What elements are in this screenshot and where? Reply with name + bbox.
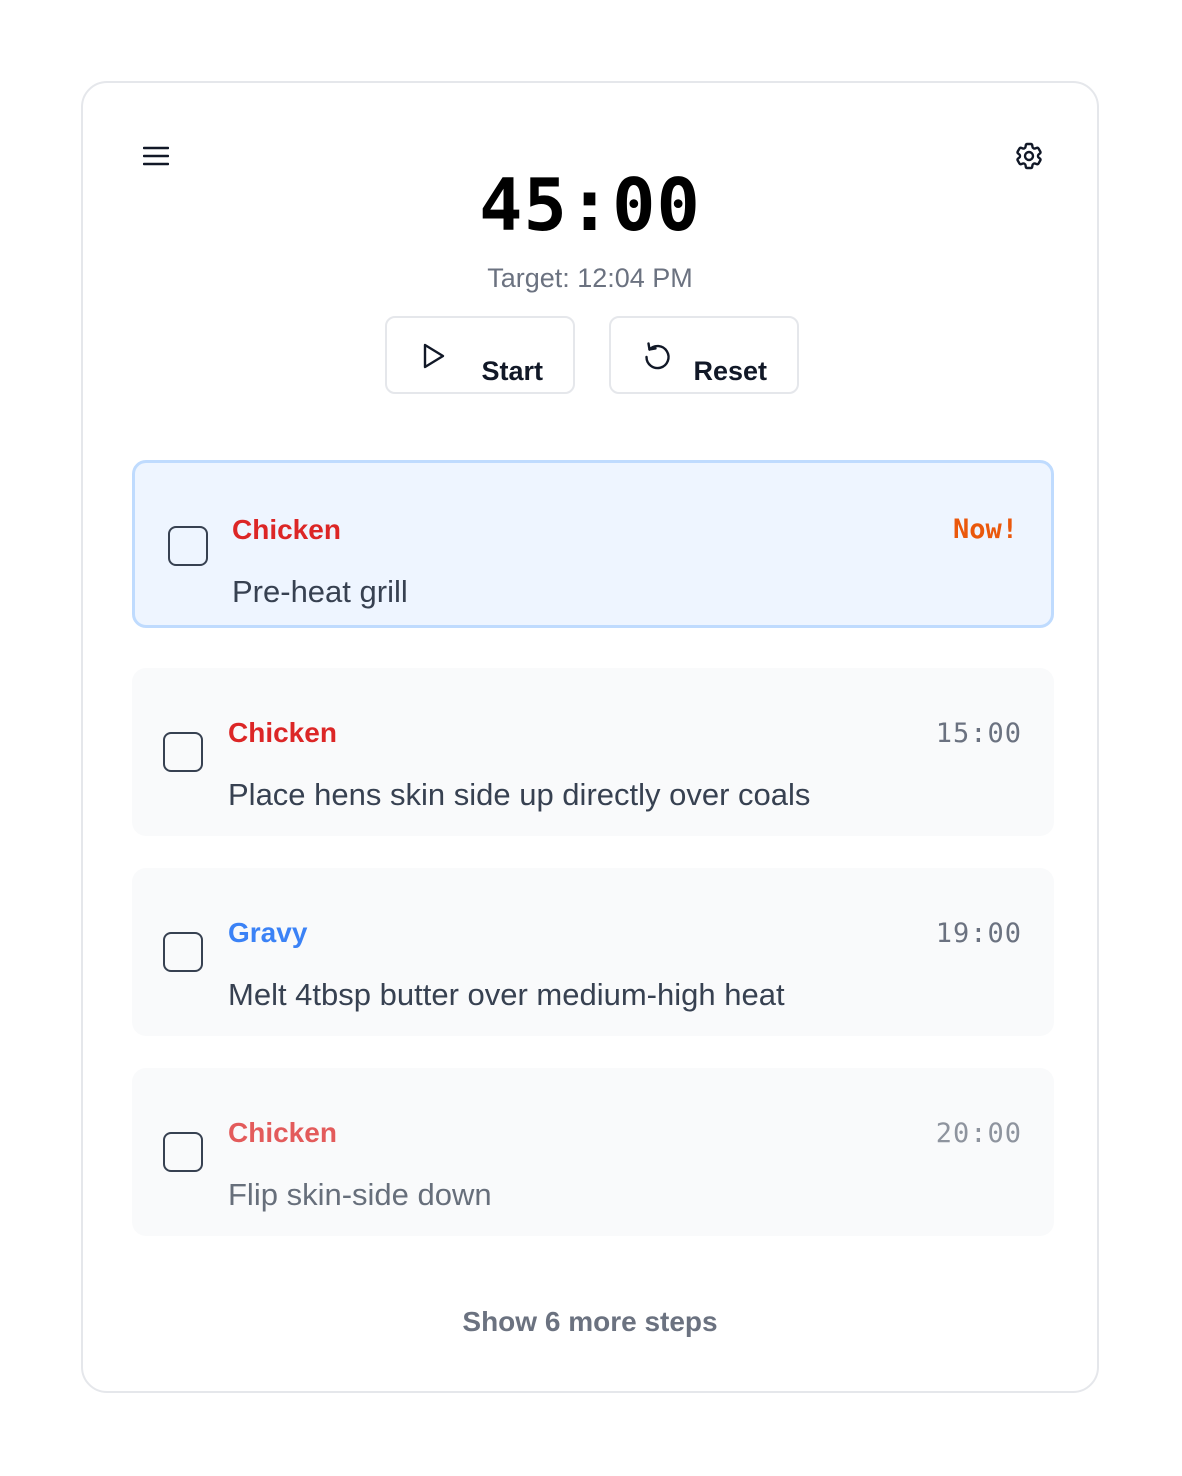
- step-time: Now!: [952, 514, 1018, 545]
- step-category: Chicken: [228, 717, 337, 748]
- step-item: Chicken Flip skin-side down 20:00: [132, 1068, 1054, 1236]
- start-label: Start: [481, 356, 543, 386]
- step-time: 20:00: [935, 1118, 1022, 1149]
- step-checkbox[interactable]: [168, 526, 208, 566]
- step-item: Chicken Pre-heat grill Now!: [132, 460, 1054, 628]
- step-item: Gravy Melt 4tbsp butter over medium-high…: [132, 868, 1054, 1036]
- target-time: Target: 12:04 PM: [487, 263, 693, 293]
- step-item: Chicken Place hens skin side up directly…: [132, 668, 1054, 836]
- reset-button[interactable]: Reset: [609, 316, 799, 394]
- step-description: Flip skin-side down: [228, 1177, 492, 1212]
- reset-icon: [645, 342, 670, 370]
- reset-label: Reset: [693, 356, 767, 386]
- timer-card: 45:00 Target: 12:04 PM Start Reset Chick…: [81, 81, 1099, 1393]
- step-category: Chicken: [228, 1117, 337, 1148]
- step-checkbox[interactable]: [163, 932, 203, 972]
- step-time: 15:00: [935, 718, 1022, 749]
- step-checkbox[interactable]: [163, 732, 203, 772]
- play-icon: [423, 343, 445, 369]
- step-time: 19:00: [935, 918, 1022, 949]
- step-checkbox[interactable]: [163, 1132, 203, 1172]
- countdown-display: 45:00: [479, 163, 701, 247]
- step-category: Gravy: [228, 917, 308, 948]
- step-category: Chicken: [232, 514, 341, 545]
- step-description: Melt 4tbsp butter over medium-high heat: [228, 977, 785, 1012]
- step-description: Pre-heat grill: [232, 574, 408, 609]
- start-button[interactable]: Start: [385, 316, 575, 394]
- show-more-steps-button[interactable]: Show 6 more steps: [83, 1305, 1097, 1339]
- step-description: Place hens skin side up directly over co…: [228, 777, 811, 812]
